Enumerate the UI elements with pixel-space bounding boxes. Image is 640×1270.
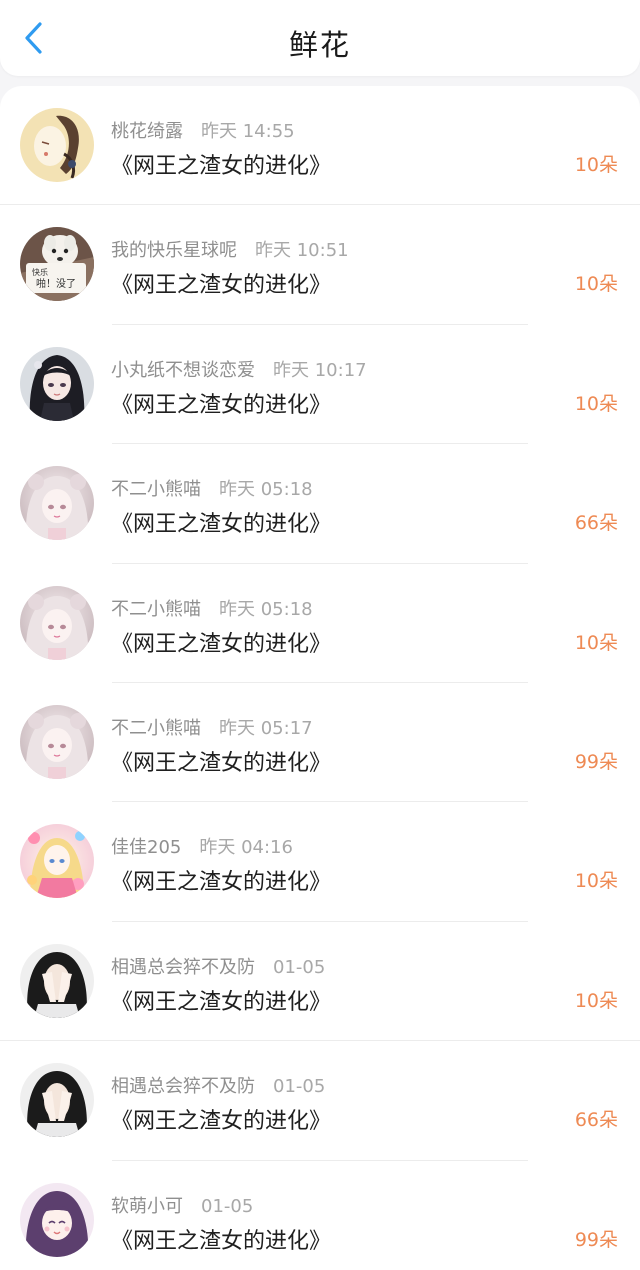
username[interactable]: 佳佳205 xyxy=(111,837,181,858)
flower-gift-list: 桃花绮露 昨天 14:55 《网王之渣女的进化》 10朵 快乐 啪！没了 我的快乐… xyxy=(0,86,640,1270)
username[interactable]: 相遇总会猝不及防 xyxy=(111,1076,255,1097)
username[interactable]: 软萌小可 xyxy=(111,1196,183,1217)
book-title[interactable]: 《网王之渣女的进化》 xyxy=(111,148,331,180)
flower-amount: 10朵 xyxy=(574,631,618,654)
timestamp: 昨天 05:17 xyxy=(219,717,313,739)
flower-amount: 99朵 xyxy=(574,1228,618,1251)
book-title[interactable]: 《网王之渣女的进化》 xyxy=(111,506,331,538)
entry-meta: 不二小熊喵 昨天 05:18 xyxy=(111,475,313,501)
list-item[interactable]: 快乐 啪！没了 我的快乐星球呢 昨天 10:51 《网王之渣女的进化》 10朵 xyxy=(0,205,640,326)
username[interactable]: 我的快乐星球呢 xyxy=(111,240,237,261)
book-title[interactable]: 《网王之渣女的进化》 xyxy=(111,1103,331,1135)
timestamp: 昨天 05:18 xyxy=(219,598,313,620)
timestamp: 昨天 10:51 xyxy=(255,240,349,262)
username[interactable]: 桃花绮露 xyxy=(111,121,183,142)
anime-girl-white-hair-avatar[interactable] xyxy=(20,585,94,660)
username[interactable]: 不二小熊喵 xyxy=(111,479,201,500)
flower-amount: 66朵 xyxy=(574,1109,618,1132)
list-item[interactable]: 佳佳205 昨天 04:16 《网王之渣女的进化》 10朵 xyxy=(0,802,640,923)
entry-meta: 桃花绮露 昨天 14:55 xyxy=(111,117,295,143)
flower-amount: 10朵 xyxy=(574,154,618,176)
girl-covering-face-avatar[interactable] xyxy=(20,1063,94,1138)
entry-meta: 软萌小可 01-05 xyxy=(111,1192,253,1218)
username[interactable]: 小丸纸不想谈恋爱 xyxy=(111,360,255,381)
timestamp: 01-05 xyxy=(273,956,326,978)
book-title[interactable]: 《网王之渣女的进化》 xyxy=(111,626,331,658)
entry-meta: 不二小熊喵 昨天 05:17 xyxy=(111,714,313,740)
girl-covering-face-avatar[interactable] xyxy=(20,943,94,1018)
list-item[interactable]: 不二小熊喵 昨天 05:17 《网王之渣女的进化》 99朵 xyxy=(0,683,640,803)
username[interactable]: 不二小熊喵 xyxy=(111,599,201,620)
book-title[interactable]: 《网王之渣女的进化》 xyxy=(111,745,331,777)
portrait-sketch-avatar[interactable] xyxy=(20,108,94,182)
flower-amount: 10朵 xyxy=(574,989,618,1012)
flower-amount: 10朵 xyxy=(574,870,618,893)
entry-meta: 佳佳205 昨天 04:16 xyxy=(111,833,293,859)
timestamp: 昨天 04:16 xyxy=(199,837,293,859)
avatar-caption: 啪！没了 xyxy=(36,277,76,290)
entry-meta: 我的快乐星球呢 昨天 10:51 xyxy=(111,236,349,262)
timestamp: 昨天 14:55 xyxy=(201,121,295,142)
page-title: 鲜花 xyxy=(288,28,351,62)
entry-meta: 相遇总会猝不及防 01-05 xyxy=(111,1072,325,1098)
book-title[interactable]: 《网王之渣女的进化》 xyxy=(111,387,331,419)
dog-meme-avatar[interactable]: 快乐 啪！没了 xyxy=(20,227,94,302)
entry-meta: 相遇总会猝不及防 01-05 xyxy=(111,953,325,979)
anime-girl-dark-hair-avatar[interactable] xyxy=(20,346,94,421)
flower-amount: 10朵 xyxy=(574,392,618,415)
anime-girl-purple-hair-avatar[interactable] xyxy=(20,1182,94,1257)
top-bar: 鲜花 xyxy=(0,0,640,76)
anime-girl-white-hair-avatar[interactable] xyxy=(20,704,94,779)
timestamp: 01-05 xyxy=(273,1076,326,1098)
username[interactable]: 不二小熊喵 xyxy=(111,718,201,739)
entry-meta: 不二小熊喵 昨天 05:18 xyxy=(111,595,313,621)
flower-anime-girl-avatar[interactable] xyxy=(20,824,94,899)
timestamp: 昨天 10:17 xyxy=(273,359,367,381)
book-title[interactable]: 《网王之渣女的进化》 xyxy=(111,267,331,299)
username[interactable]: 相遇总会猝不及防 xyxy=(111,957,255,978)
timestamp: 01-05 xyxy=(201,1195,254,1217)
book-title[interactable]: 《网王之渣女的进化》 xyxy=(111,1223,331,1255)
book-title[interactable]: 《网王之渣女的进化》 xyxy=(111,864,331,896)
anime-girl-white-hair-avatar[interactable] xyxy=(20,466,94,541)
list-item[interactable]: 软萌小可 01-05 《网王之渣女的进化》 99朵 xyxy=(0,1161,640,1270)
book-title[interactable]: 《网王之渣女的进化》 xyxy=(111,984,331,1016)
timestamp: 昨天 05:18 xyxy=(219,479,313,501)
avatar-caption: 快乐 xyxy=(32,267,48,277)
flower-amount: 99朵 xyxy=(574,750,618,773)
list-item[interactable]: 小丸纸不想谈恋爱 昨天 10:17 《网王之渣女的进化》 10朵 xyxy=(0,325,640,445)
list-item[interactable]: 桃花绮露 昨天 14:55 《网王之渣女的进化》 10朵 xyxy=(0,86,640,206)
list-item[interactable]: 不二小熊喵 昨天 05:18 《网王之渣女的进化》 10朵 xyxy=(0,564,640,684)
entry-meta: 小丸纸不想谈恋爱 昨天 10:17 xyxy=(111,356,367,382)
flower-amount: 10朵 xyxy=(574,273,618,296)
list-item[interactable]: 相遇总会猝不及防 01-05 《网王之渣女的进化》 10朵 xyxy=(0,922,640,1042)
flower-amount: 66朵 xyxy=(574,512,618,535)
list-item[interactable]: 不二小熊喵 昨天 05:18 《网王之渣女的进化》 66朵 xyxy=(0,444,640,564)
list-item[interactable]: 相遇总会猝不及防 01-05 《网王之渣女的进化》 66朵 xyxy=(0,1041,640,1161)
